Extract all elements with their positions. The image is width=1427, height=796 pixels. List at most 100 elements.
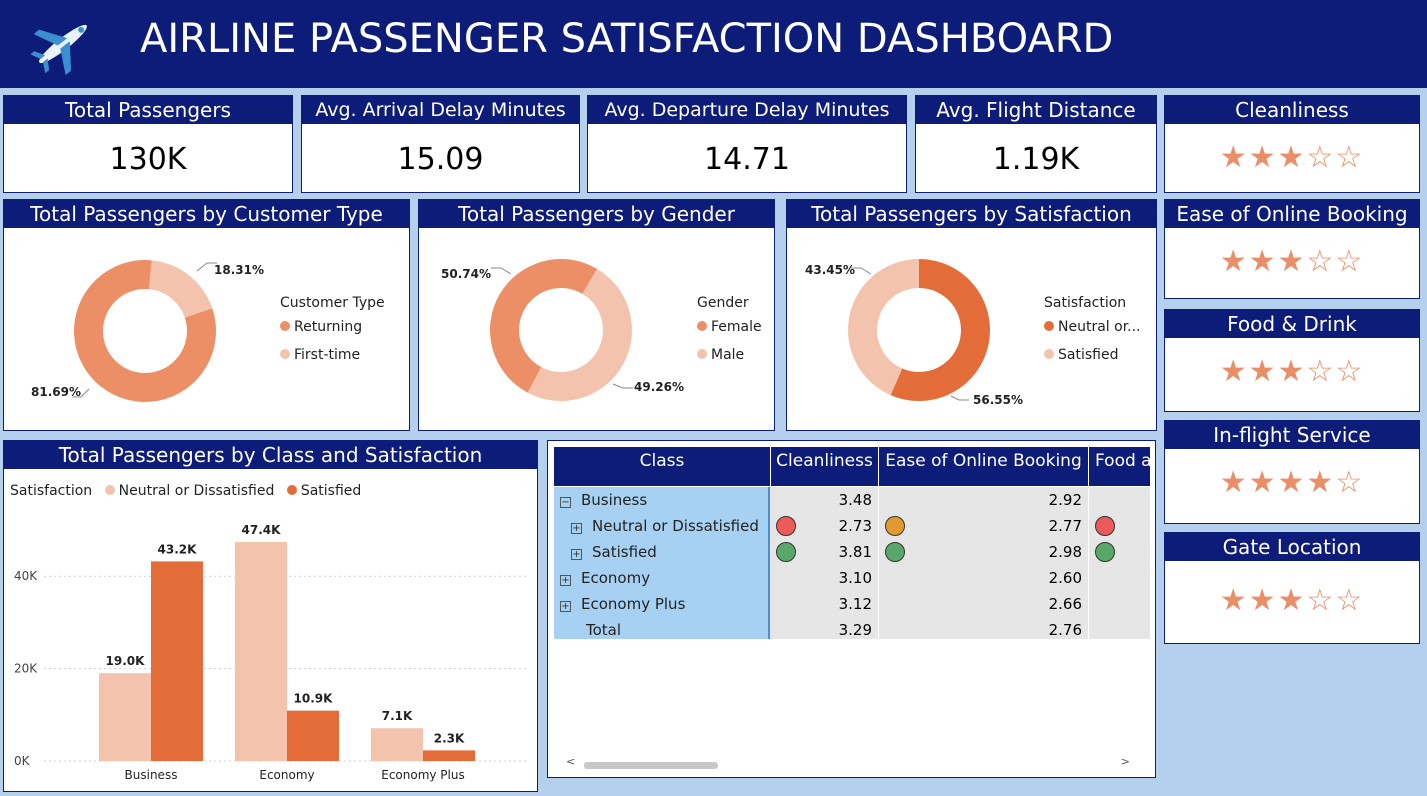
status-dot-amber [885, 516, 905, 536]
bar-business-neutral[interactable] [99, 673, 151, 761]
y-tick-label: 20K [14, 662, 38, 676]
kpi-label: Total Passengers [4, 96, 292, 124]
kpi-label: Avg. Flight Distance [916, 96, 1156, 124]
donut-card-customer-type: Total Passengers by Customer Type 18.31%… [3, 199, 410, 431]
row-label: Economy Plus [581, 595, 686, 613]
cell-food [1088, 513, 1150, 539]
star-rating: ★★★☆☆ [1219, 244, 1365, 279]
cell-ease: 2.77 [878, 513, 1088, 539]
matrix-row-total: Total 3.29 2.76 [554, 617, 1150, 639]
legend-item-first-time[interactable]: First-time [280, 347, 360, 363]
cell-cleanliness: 3.48 [770, 487, 878, 513]
cell-ease: 2.92 [878, 487, 1088, 513]
kpi-total-passengers: Total Passengers 130K [3, 95, 293, 193]
bar-data-label: 19.0K [106, 654, 146, 668]
row-label-cell[interactable]: + Economy [554, 565, 770, 591]
expand-icon[interactable]: + [571, 549, 582, 560]
bar-data-label: 43.2K [158, 542, 198, 556]
cell-ease: 2.76 [878, 617, 1088, 639]
bar-business-satisfied[interactable] [151, 561, 203, 761]
legend-swatch [280, 321, 290, 331]
pct-label-female: 50.74% [441, 267, 491, 281]
x-tick-label: Economy Plus [381, 768, 465, 782]
matrix-row-economy: + Economy 3.10 2.60 [554, 565, 1150, 591]
legend-label: First-time [294, 347, 361, 363]
row-label-cell[interactable]: + Satisfied [554, 539, 770, 565]
row-label: Economy [581, 569, 651, 587]
cell-food [1088, 591, 1150, 617]
scrollbar-thumb[interactable] [584, 762, 718, 769]
status-dot-red [776, 516, 796, 536]
rating-card-food-drink: Food & Drink ★★★☆☆ [1164, 309, 1420, 412]
donut-slice-first-time[interactable] [148, 260, 213, 318]
status-dot-green [776, 542, 796, 562]
row-label-cell[interactable]: + Neutral or Dissatisfied [554, 513, 770, 539]
kpi-label: Avg. Departure Delay Minutes [588, 96, 906, 124]
cell-cleanliness: 3.10 [770, 565, 878, 591]
collapse-icon[interactable]: − [560, 497, 571, 508]
bar-economy-satisfied[interactable] [287, 710, 339, 761]
star-rating: ★★★★☆ [1219, 465, 1365, 500]
scroll-right-arrow[interactable]: > [1121, 755, 1130, 768]
col-header-class[interactable]: Class [554, 447, 770, 486]
rating-label: In-flight Service [1165, 421, 1419, 449]
legend-swatch [697, 349, 707, 359]
col-header-food[interactable]: Food a [1088, 447, 1150, 486]
donut-card-satisfaction: Total Passengers by Satisfaction 43.45% … [786, 199, 1157, 431]
cell-food [1088, 539, 1150, 565]
cell-food [1088, 617, 1150, 639]
pct-label-male: 49.26% [634, 380, 684, 394]
legend-item-satisfied[interactable]: Satisfied [1044, 347, 1118, 363]
cell-food [1088, 565, 1150, 591]
chart-title: Total Passengers by Customer Type [4, 200, 409, 228]
legend-swatch [280, 349, 290, 359]
expand-icon[interactable]: + [560, 601, 571, 612]
kpi-value: 15.09 [397, 142, 484, 177]
expand-icon[interactable]: + [560, 575, 571, 586]
legend-item-male[interactable]: Male [697, 347, 744, 363]
matrix-header-row: Class Cleanliness Ease of Online Booking… [554, 447, 1150, 486]
cell-cleanliness: 3.12 [770, 591, 878, 617]
x-tick-label: Economy [259, 768, 314, 782]
chart-title: Total Passengers by Satisfaction [787, 200, 1156, 228]
cell-value: 2.77 [1048, 517, 1082, 535]
expand-icon[interactable]: + [571, 523, 582, 534]
legend-item-female[interactable]: Female [697, 319, 762, 335]
legend-item-neutral[interactable]: Neutral or... [1044, 319, 1141, 335]
legend-item-returning[interactable]: Returning [280, 319, 362, 335]
legend-title: Gender [697, 295, 749, 311]
bar-economy-plus-satisfied[interactable] [423, 750, 475, 761]
legend-label: Female [711, 319, 762, 335]
row-label-cell[interactable]: − Business [554, 487, 770, 513]
cell-value: 2.73 [838, 517, 872, 535]
horizontal-scrollbar[interactable]: < > [566, 755, 1136, 769]
legend-swatch [1044, 321, 1054, 331]
row-label-cell[interactable]: + Economy Plus [554, 591, 770, 617]
bar-data-label: 47.4K [242, 523, 282, 537]
legend-label: Returning [294, 319, 363, 335]
matrix-row-economy-plus: + Economy Plus 3.12 2.66 [554, 591, 1150, 617]
matrix-row-business-satisfied: + Satisfied 3.81 2.98 [554, 539, 1150, 565]
cell-value: 3.81 [838, 543, 872, 561]
bar-economy-neutral[interactable] [235, 542, 287, 761]
bar-data-label: 7.1K [382, 709, 413, 723]
bar-card-class-satisfaction: Total Passengers by Class and Satisfacti… [3, 440, 538, 792]
scroll-left-arrow[interactable]: < [566, 755, 575, 768]
rating-label: Cleanliness [1165, 96, 1419, 124]
rating-card-gate-location: Gate Location ★★★☆☆ [1164, 532, 1420, 644]
leader-line [950, 395, 969, 401]
legend-label: Male [711, 347, 745, 363]
rating-card-in-flight-service: In-flight Service ★★★★☆ [1164, 420, 1420, 524]
col-header-ease-of-online-booking[interactable]: Ease of Online Booking [878, 447, 1088, 486]
rating-label: Gate Location [1165, 533, 1419, 561]
legend-label: Neutral or... [1058, 319, 1141, 335]
star-rating: ★★★☆☆ [1219, 583, 1365, 618]
kpi-value: 130K [109, 142, 187, 177]
legend-title: Satisfaction [1044, 295, 1127, 311]
col-header-cleanliness[interactable]: Cleanliness [770, 447, 878, 486]
rating-label: Food & Drink [1165, 310, 1419, 338]
row-label: Neutral or Dissatisfied [592, 517, 759, 535]
x-tick-label: Business [125, 768, 178, 782]
kpi-avg-flight-distance: Avg. Flight Distance 1.19K [915, 95, 1157, 193]
bar-economy-plus-neutral[interactable] [371, 728, 423, 761]
